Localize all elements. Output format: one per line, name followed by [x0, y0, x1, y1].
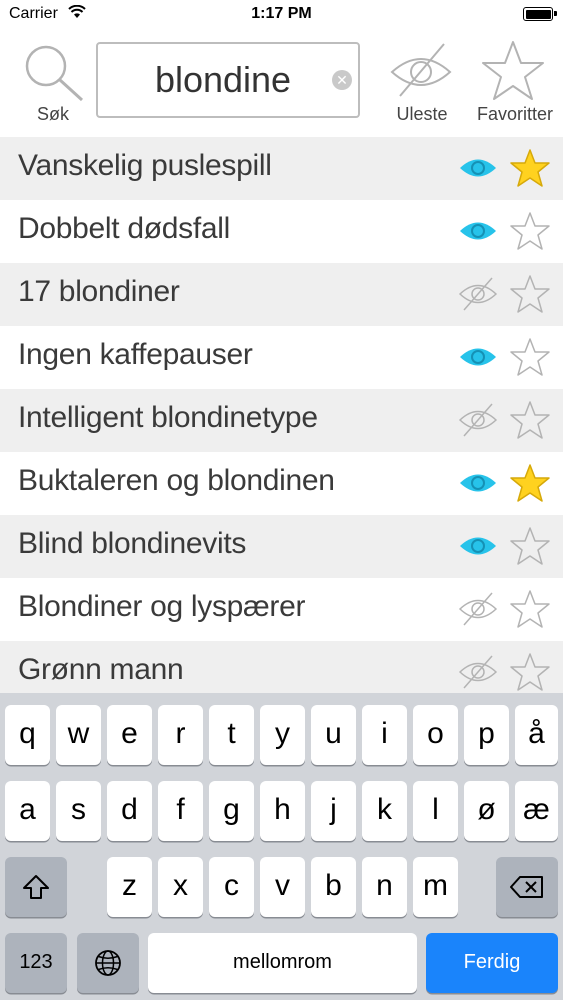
item-title: Blondiner og lyspærer — [18, 590, 306, 623]
key-b[interactable]: b — [311, 857, 356, 917]
key-l[interactable]: l — [413, 781, 458, 841]
list-item[interactable]: Vanskelig puslespill — [0, 137, 563, 200]
key-x[interactable]: x — [158, 857, 203, 917]
item-title: Vanskelig puslespill — [18, 149, 272, 182]
key-q[interactable]: q — [5, 705, 50, 765]
star-outline-icon[interactable] — [510, 338, 550, 381]
eye-icon[interactable] — [458, 466, 498, 505]
key-aa[interactable]: å — [515, 705, 558, 765]
globe-key[interactable] — [77, 933, 139, 993]
key-m[interactable]: m — [413, 857, 458, 917]
star-outline-icon[interactable] — [510, 212, 550, 255]
list-item[interactable]: 17 blondiner — [0, 263, 563, 326]
key-i[interactable]: i — [362, 705, 407, 765]
item-title: 17 blondiner — [18, 275, 180, 308]
item-title: Ingen kaffepauser — [18, 338, 253, 371]
star-outline-icon[interactable] — [510, 275, 550, 318]
star-icon[interactable] — [510, 464, 550, 507]
delete-key[interactable] — [496, 857, 558, 917]
key-h[interactable]: h — [260, 781, 305, 841]
eye-icon[interactable] — [458, 340, 498, 379]
key-k[interactable]: k — [362, 781, 407, 841]
key-ae[interactable]: æ — [515, 781, 558, 841]
search-button[interactable]: Søk — [18, 38, 88, 128]
favorites-filter-button[interactable]: Favoritter — [470, 38, 560, 128]
list-item[interactable]: Grønn mann — [0, 641, 563, 693]
clear-icon[interactable]: ✕ — [332, 70, 352, 90]
star-icon — [482, 41, 544, 100]
search-label: Søk — [36, 104, 69, 124]
done-key[interactable]: Ferdig — [426, 933, 558, 993]
eye-slash-icon[interactable] — [458, 277, 498, 316]
battery-icon — [523, 7, 557, 21]
search-input[interactable] — [98, 44, 328, 116]
key-oe[interactable]: ø — [464, 781, 509, 841]
backspace-icon — [510, 876, 543, 898]
status-time: 1:17 PM — [251, 5, 312, 22]
key-y[interactable]: y — [260, 705, 305, 765]
star-outline-icon[interactable] — [510, 653, 550, 693]
key-t[interactable]: t — [209, 705, 254, 765]
search-toolbar: Søk ✕ Uleste Favoritter — [0, 30, 563, 136]
unread-label: Uleste — [396, 104, 448, 124]
list-item[interactable]: Buktaleren og blondinen — [0, 452, 563, 515]
eye-icon[interactable] — [458, 214, 498, 253]
star-outline-icon[interactable] — [510, 590, 550, 633]
key-z[interactable]: z — [107, 857, 152, 917]
list-item[interactable]: Intelligent blondinetype — [0, 389, 563, 452]
unread-filter-button[interactable]: Uleste — [384, 38, 460, 128]
item-title: Blind blondinevits — [18, 527, 247, 560]
globe-icon — [95, 950, 121, 976]
search-icon — [25, 45, 84, 102]
list-item[interactable]: Blind blondinevits — [0, 515, 563, 578]
list-item[interactable]: Blondiner og lyspærer — [0, 578, 563, 641]
eye-icon[interactable] — [458, 151, 498, 190]
key-r[interactable]: r — [158, 705, 203, 765]
eye-slash-icon[interactable] — [458, 403, 498, 442]
key-n[interactable]: n — [362, 857, 407, 917]
space-key[interactable]: mellomrom — [148, 933, 417, 993]
keyboard: q w e r t y u i o p å a s d f g h j k l … — [0, 693, 563, 1000]
key-g[interactable]: g — [209, 781, 254, 841]
numbers-key[interactable]: 123 — [5, 933, 67, 993]
status-bar: Carrier 1:17 PM — [0, 0, 563, 30]
key-a[interactable]: a — [5, 781, 50, 841]
item-title: Buktaleren og blondinen — [18, 464, 335, 497]
key-p[interactable]: p — [464, 705, 509, 765]
list-item[interactable]: Dobbelt dødsfall — [0, 200, 563, 263]
shift-key[interactable] — [5, 857, 67, 917]
key-u[interactable]: u — [311, 705, 356, 765]
star-outline-icon[interactable] — [510, 527, 550, 570]
key-s[interactable]: s — [56, 781, 101, 841]
key-j[interactable]: j — [311, 781, 356, 841]
item-title: Intelligent blondinetype — [18, 401, 318, 434]
key-v[interactable]: v — [260, 857, 305, 917]
search-field[interactable]: ✕ — [96, 42, 360, 118]
key-d[interactable]: d — [107, 781, 152, 841]
key-f[interactable]: f — [158, 781, 203, 841]
shift-icon — [23, 875, 49, 899]
item-title: Dobbelt dødsfall — [18, 212, 230, 245]
key-w[interactable]: w — [56, 705, 101, 765]
eye-icon[interactable] — [458, 529, 498, 568]
joke-list[interactable]: Vanskelig puslespill Dobbelt dødsfall 17… — [0, 137, 563, 693]
key-e[interactable]: e — [107, 705, 152, 765]
item-title: Grønn mann — [18, 653, 184, 686]
eye-slash-icon — [390, 43, 452, 97]
star-outline-icon[interactable] — [510, 401, 550, 444]
list-item[interactable]: Ingen kaffepauser — [0, 326, 563, 389]
star-icon[interactable] — [510, 149, 550, 192]
key-o[interactable]: o — [413, 705, 458, 765]
eye-slash-icon[interactable] — [458, 592, 498, 631]
key-c[interactable]: c — [209, 857, 254, 917]
eye-slash-icon[interactable] — [458, 655, 498, 693]
favorites-label: Favoritter — [476, 104, 554, 124]
